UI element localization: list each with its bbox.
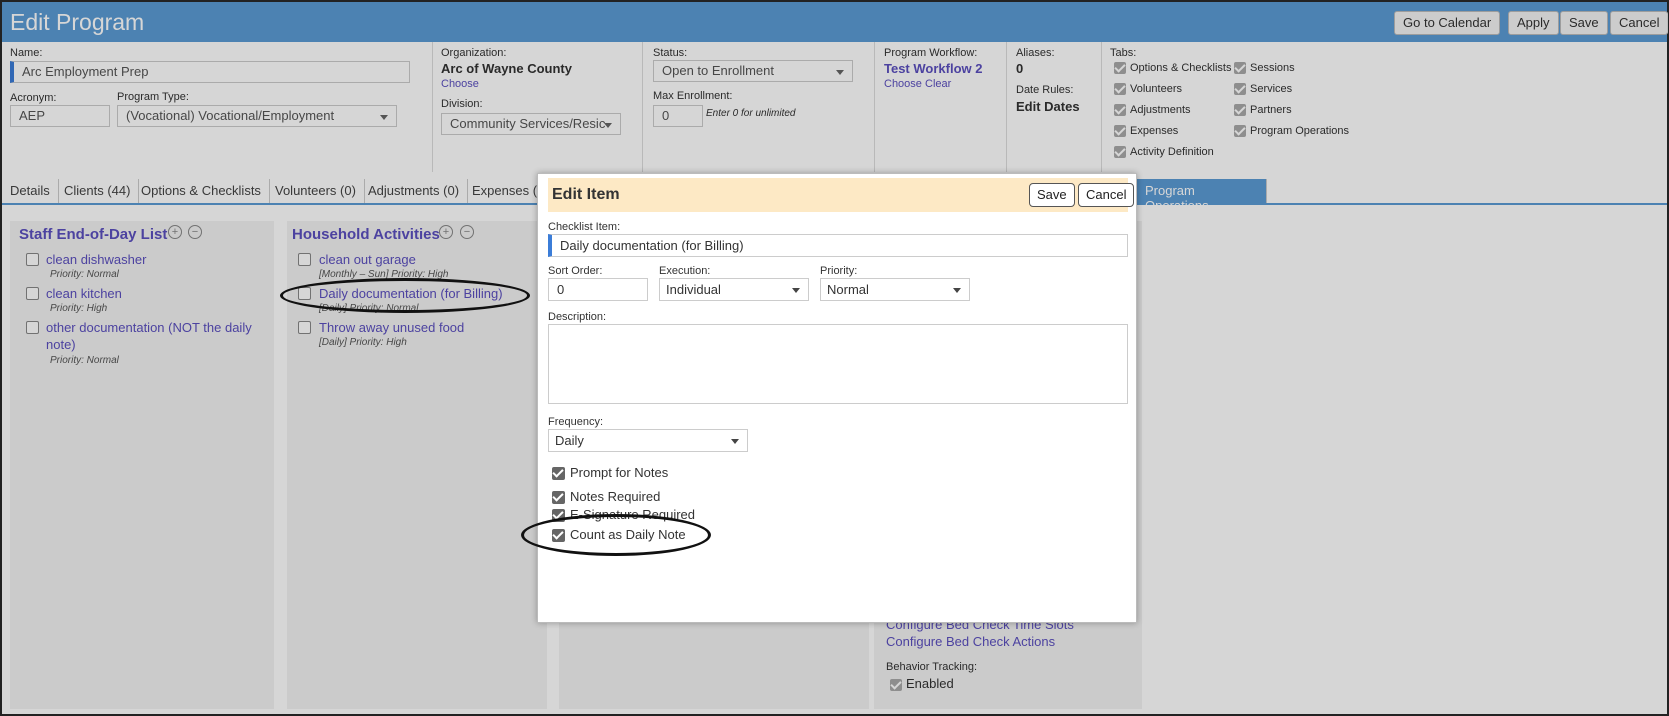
dialog-save-button[interactable]: Save [1029, 183, 1075, 207]
checkbox-icon [552, 467, 565, 481]
checklist-item-label: Checklist Item: [548, 221, 621, 233]
dialog-title: Edit Item [552, 186, 620, 203]
priority-select[interactable]: Normal [820, 278, 970, 301]
annotation-ellipse [280, 278, 530, 313]
execution-label: Execution: [659, 265, 711, 277]
sort-order-label: Sort Order: [548, 265, 603, 277]
execution-select[interactable]: Individual [659, 278, 809, 301]
checkbox-icon [552, 491, 565, 505]
sort-order-field[interactable]: 0 [548, 278, 648, 301]
description-textarea[interactable] [548, 324, 1128, 404]
annotation-ellipse [521, 514, 711, 556]
dialog-header: Edit Item Save Cancel [548, 178, 1135, 212]
frequency-select[interactable]: Daily [548, 429, 748, 452]
checklist-item-field[interactable]: Daily documentation (for Billing) [548, 234, 1128, 257]
priority-label: Priority: [820, 265, 858, 277]
description-label: Description: [548, 311, 607, 323]
prompt-for-notes-checkbox[interactable]: Prompt for Notes [552, 465, 668, 481]
notes-required-checkbox[interactable]: Notes Required [552, 489, 660, 505]
dialog-cancel-button[interactable]: Cancel [1078, 183, 1135, 207]
frequency-label: Frequency: [548, 416, 604, 428]
